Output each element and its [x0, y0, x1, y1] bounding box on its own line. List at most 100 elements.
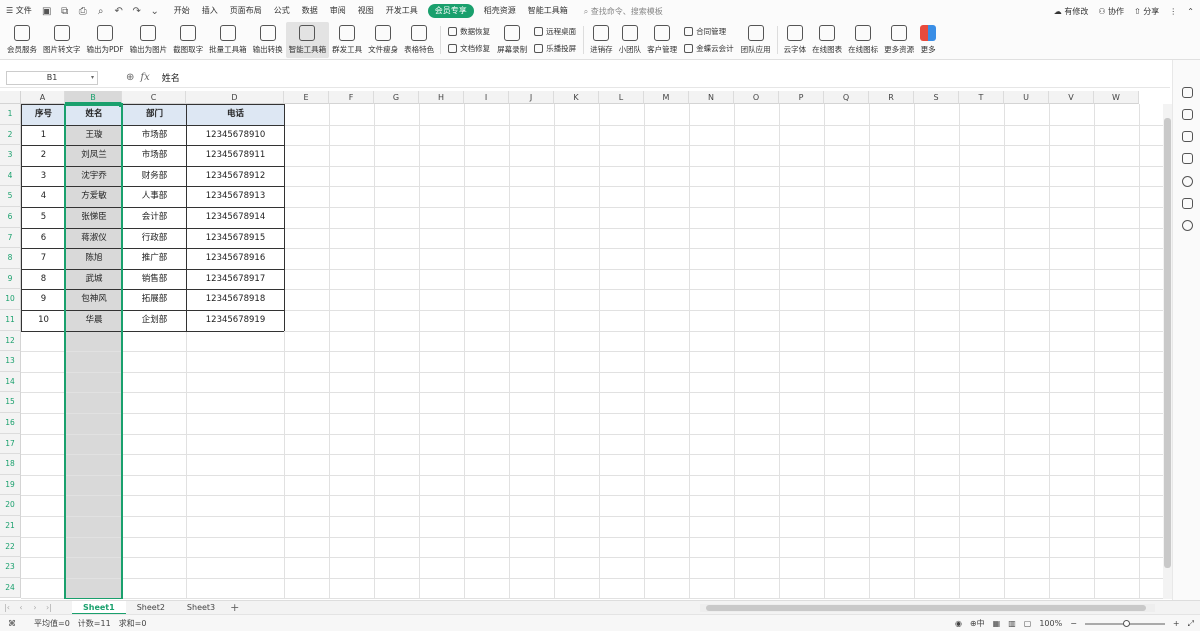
row-header[interactable]: 24 — [0, 577, 21, 599]
table-cell[interactable]: 销售部 — [123, 270, 186, 290]
more-icon[interactable]: ⋮ — [1169, 7, 1177, 16]
export-image-button[interactable]: 输出为图片 — [127, 22, 171, 58]
collapse-icon[interactable]: ⌃ — [1187, 7, 1194, 16]
macro-icon[interactable]: ⌘ — [8, 619, 16, 628]
more-button[interactable]: 更多 — [917, 22, 939, 58]
column-header[interactable]: B — [65, 91, 122, 104]
page-layout-icon[interactable]: ▥ — [1008, 619, 1016, 628]
row-header[interactable]: 11 — [0, 310, 21, 331]
menu-tab[interactable]: 审阅 — [324, 0, 352, 22]
remote-desktop-button[interactable]: 远程桌面 — [534, 26, 576, 37]
last-sheet-icon[interactable]: ›| — [42, 603, 56, 612]
table-header-cell[interactable]: 序号 — [22, 105, 65, 125]
screenshot-ocr-button[interactable]: 截图取字 — [170, 22, 206, 58]
collab-button[interactable]: ⚇ 协作 — [1098, 6, 1124, 17]
backup-icon[interactable] — [1182, 198, 1193, 209]
row-header[interactable]: 6 — [0, 207, 21, 228]
file-menu[interactable]: ☰ 文件 — [0, 0, 38, 22]
table-cell[interactable]: 4 — [22, 187, 65, 207]
table-cell[interactable]: 12345678913 — [187, 187, 284, 207]
row-header[interactable]: 9 — [0, 268, 21, 290]
name-box[interactable]: B1 ▾ — [6, 70, 98, 85]
data-recovery-button[interactable]: 数据恢复 — [448, 26, 490, 37]
table-header-cell[interactable]: 部门 — [123, 105, 186, 125]
chevron-down-icon[interactable]: ▾ — [91, 74, 94, 81]
column-header[interactable]: F — [329, 91, 374, 104]
table-cell[interactable]: 3 — [22, 167, 65, 187]
column-header[interactable]: A — [21, 91, 65, 104]
table-cell[interactable]: 12345678919 — [187, 311, 284, 331]
changes-button[interactable]: ☁ 有修改 — [1054, 6, 1089, 17]
sheet-tab[interactable]: Sheet1 — [72, 600, 126, 615]
column-header[interactable]: C — [122, 91, 186, 104]
row-header[interactable]: 1 — [0, 104, 21, 125]
column-header[interactable]: D — [186, 91, 284, 104]
image-to-text-button[interactable]: 图片转文字 — [40, 22, 84, 58]
table-cell[interactable]: 行政部 — [123, 229, 186, 249]
online-icon-button[interactable]: 在线图标 — [845, 22, 881, 58]
kingdee-button[interactable]: 金蝶云会计 — [684, 43, 734, 54]
table-cell[interactable]: 企划部 — [123, 311, 186, 331]
row-header[interactable]: 4 — [0, 165, 21, 187]
zoom-knob[interactable] — [1122, 619, 1130, 627]
select-all-corner[interactable] — [0, 91, 21, 104]
next-sheet-icon[interactable]: › — [28, 603, 42, 612]
horizontal-scroll-thumb[interactable] — [706, 605, 1146, 611]
column-header[interactable]: T — [959, 91, 1004, 104]
column-header[interactable]: Q — [824, 91, 869, 104]
table-cell[interactable]: 8 — [22, 270, 65, 290]
eye-icon[interactable]: ◉ — [955, 619, 962, 628]
column-header[interactable]: E — [284, 91, 329, 104]
horizontal-scrollbar[interactable] — [700, 604, 1155, 612]
row-header[interactable]: 15 — [0, 392, 21, 413]
preview-icon[interactable]: ⌕ — [95, 5, 107, 17]
zoom-value[interactable]: 100% — [1039, 619, 1062, 628]
row-header[interactable]: 18 — [0, 454, 21, 475]
table-cell[interactable]: 10 — [22, 311, 65, 331]
row-header[interactable]: 10 — [0, 289, 21, 310]
table-cell[interactable]: 2 — [22, 146, 65, 166]
batch-tools-button[interactable]: 批量工具箱 — [206, 22, 250, 58]
jxc-button[interactable]: 进销存 — [587, 22, 616, 58]
sheet-tab[interactable]: Sheet2 — [126, 601, 176, 615]
row-header[interactable]: 22 — [0, 536, 21, 558]
input-method-icon[interactable]: ⊕中 — [970, 618, 985, 629]
column-header[interactable]: R — [869, 91, 914, 104]
table-cell[interactable]: 会计部 — [123, 208, 186, 228]
table-cell[interactable]: 12345678914 — [187, 208, 284, 228]
table-cell[interactable]: 12345678912 — [187, 167, 284, 187]
mass-send-button[interactable]: 群发工具 — [329, 22, 365, 58]
export-icon[interactable]: ⧉ — [59, 5, 71, 17]
column-header[interactable]: S — [914, 91, 959, 104]
table-cell[interactable]: 12345678911 — [187, 146, 284, 166]
zoom-in-icon[interactable]: + — [1173, 619, 1180, 628]
first-sheet-icon[interactable]: |‹ — [0, 603, 14, 612]
menu-tab[interactable]: 页面布局 — [224, 0, 268, 22]
formula-input[interactable]: 姓名 — [162, 71, 180, 84]
fullscreen-icon[interactable]: ⤢ — [1188, 619, 1194, 629]
column-header[interactable]: K — [554, 91, 599, 104]
row-header[interactable]: 13 — [0, 351, 21, 372]
menu-tab[interactable]: 开发工具 — [380, 0, 424, 22]
team-button[interactable]: 小团队 — [616, 22, 645, 58]
table-feature-button[interactable]: 表格特色 — [401, 22, 437, 58]
table-cell[interactable]: 市场部 — [123, 126, 186, 146]
column-header[interactable]: L — [599, 91, 644, 104]
format-icon[interactable] — [1182, 153, 1193, 164]
menu-tab[interactable]: 插入 — [196, 0, 224, 22]
page-break-icon[interactable]: ▢ — [1024, 619, 1032, 628]
table-cell[interactable]: 7 — [22, 249, 65, 269]
table-cell[interactable]: 12345678910 — [187, 126, 284, 146]
table-cell[interactable]: 6 — [22, 229, 65, 249]
zoom-out-icon[interactable]: − — [1070, 619, 1077, 628]
undo-icon[interactable]: ↶ — [113, 5, 125, 17]
column-header[interactable]: M — [644, 91, 689, 104]
menu-tab[interactable]: 公式 — [268, 0, 296, 22]
fill-handle[interactable] — [119, 103, 123, 107]
row-header[interactable]: 2 — [0, 124, 21, 146]
column-header[interactable]: W — [1094, 91, 1139, 104]
table-cell[interactable]: 财务部 — [123, 167, 186, 187]
row-header[interactable]: 20 — [0, 495, 21, 516]
menu-tab[interactable]: 数据 — [296, 0, 324, 22]
prev-sheet-icon[interactable]: ‹ — [14, 603, 28, 612]
